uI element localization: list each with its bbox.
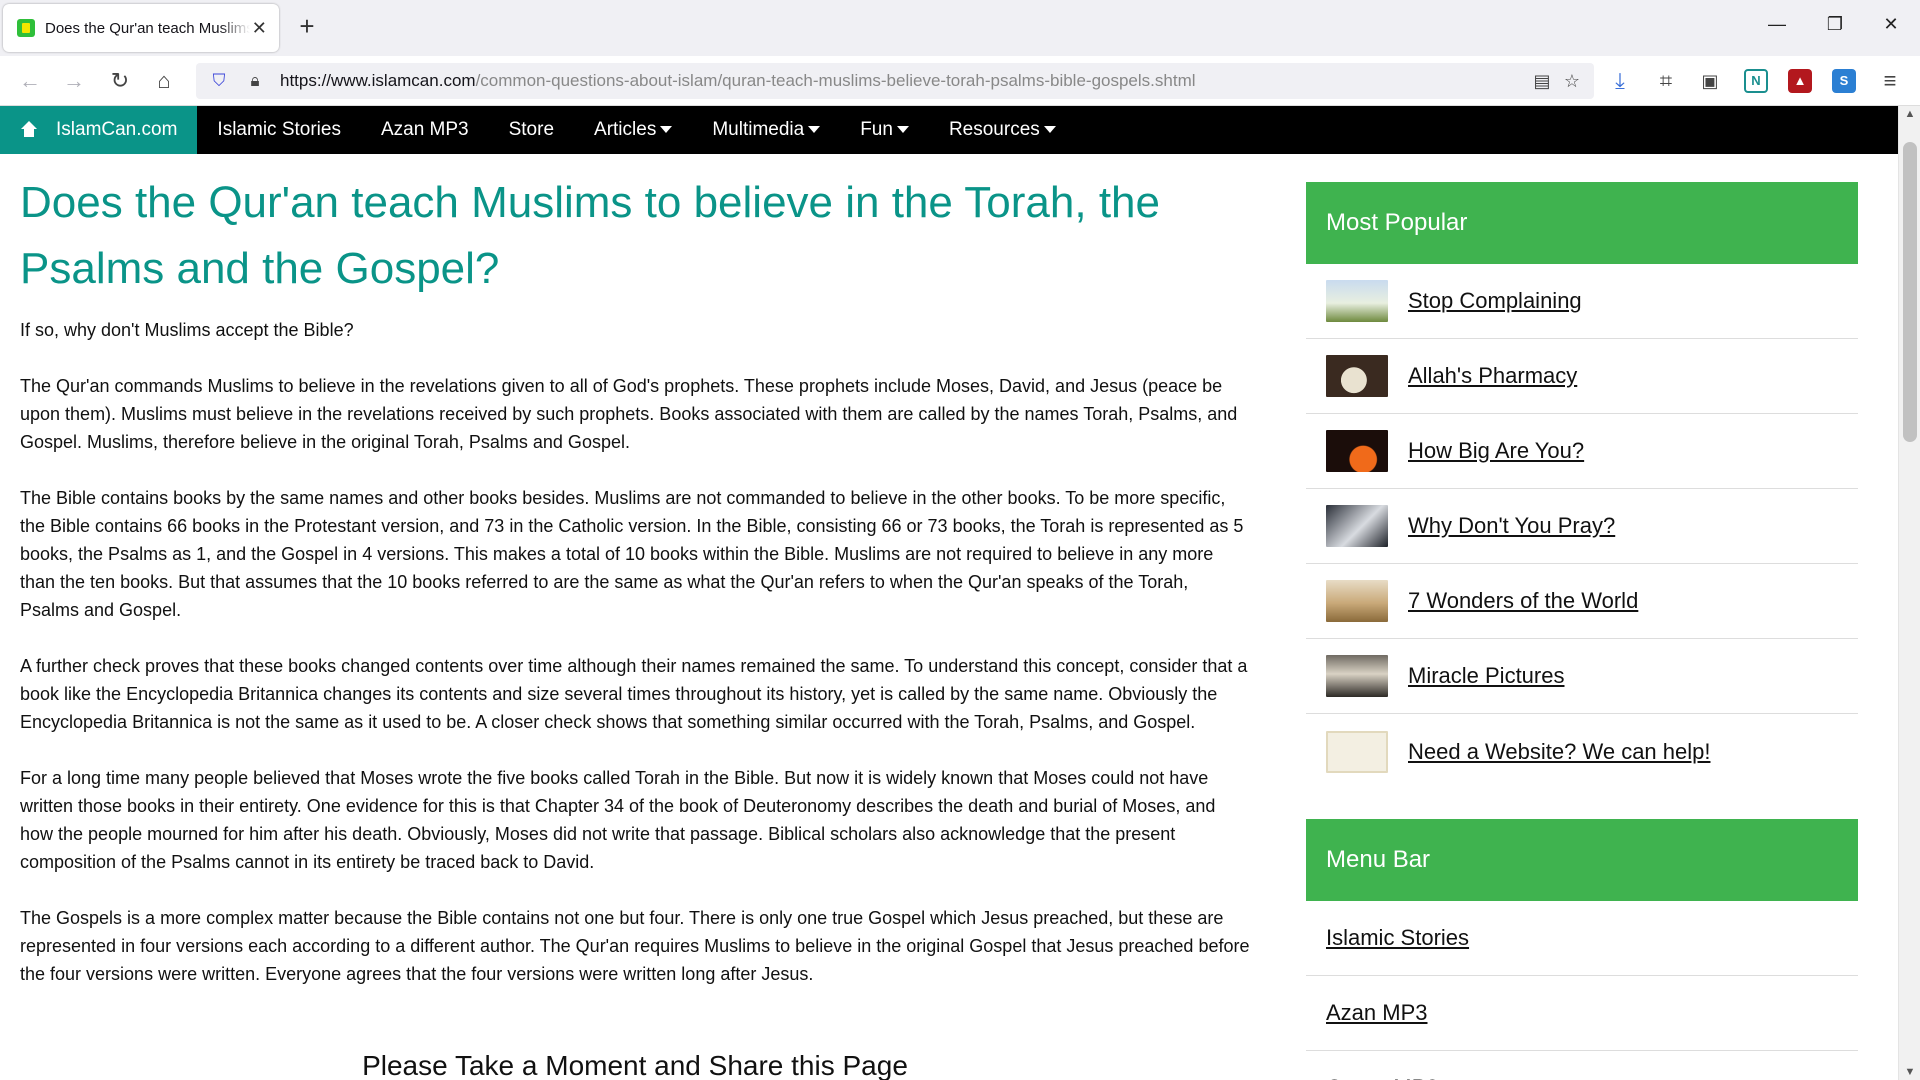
new-tab-icon[interactable]: + [292, 12, 322, 42]
reader-view-icon[interactable]: ▤ [1530, 71, 1554, 92]
menu-link[interactable]: Azan MP3 [1306, 976, 1858, 1051]
website-thumbnail[interactable] [1326, 730, 1388, 773]
scrollbar-thumb[interactable] [1903, 142, 1917, 442]
close-window-icon[interactable]: ✕ [1876, 14, 1906, 35]
address-bar[interactable]: ⛉ 🔒︎ https://www.islamcan.com/common-que… [196, 63, 1594, 99]
tracking-shield-icon[interactable]: ⛉ [208, 71, 230, 91]
browser-toolbar: ← → ↻ ⌂ ⛉ 🔒︎ https://www.islamcan.com/co… [0, 56, 1920, 106]
popular-link[interactable]: Miracle Pictures [1408, 663, 1564, 689]
nav-islamic-stories[interactable]: Islamic Stories [197, 119, 361, 141]
caret-down-icon [808, 126, 821, 134]
popular-item[interactable]: Stop Complaining [1306, 264, 1858, 339]
popular-link[interactable]: 7 Wonders of the World [1408, 588, 1638, 614]
hamburger-menu-icon[interactable]: ≡ [1876, 68, 1904, 96]
nav-multimedia[interactable]: Multimedia [692, 119, 840, 141]
article-subtitle: If so, why don't Muslims accept the Bibl… [20, 320, 354, 340]
popular-link[interactable]: Stop Complaining [1408, 288, 1582, 314]
brand-home-link[interactable]: IslamCan.com [0, 106, 198, 154]
nav-label: Azan MP3 [380, 119, 469, 140]
lock-icon[interactable]: 🔒︎ [244, 71, 266, 91]
forward-arrow-icon[interactable]: → [60, 68, 88, 96]
sidebar: Most Popular Stop Complaining Allah's Ph… [1306, 182, 1858, 1080]
reload-icon[interactable]: ↻ [106, 68, 134, 96]
nav-store[interactable]: Store [489, 119, 574, 141]
extension-n-icon[interactable]: N [1744, 69, 1768, 93]
close-tab-icon[interactable]: ✕ [250, 18, 269, 39]
back-arrow-icon[interactable]: ← [16, 68, 44, 96]
url-text[interactable]: https://www.islamcan.com/common-question… [280, 71, 1196, 91]
popular-thumbnail[interactable] [1326, 580, 1388, 622]
site-favicon-icon [17, 19, 35, 37]
minimize-icon[interactable]: — [1762, 14, 1792, 35]
scroll-down-icon[interactable]: ▼ [1899, 1066, 1920, 1078]
popular-thumbnail[interactable] [1326, 280, 1388, 322]
share-heading: Please Take a Moment and Share this Page [362, 1050, 908, 1080]
popular-link[interactable]: How Big Are You? [1408, 438, 1584, 464]
tab-title: Does the Qur'an teach Muslims to believe… [45, 19, 250, 37]
nav-label: Articles [594, 119, 657, 140]
popular-item[interactable]: Allah's Pharmacy [1306, 339, 1858, 414]
home-icon[interactable]: ⌂ [150, 68, 178, 96]
popular-thumbnail[interactable] [1326, 505, 1388, 547]
browser-tab-bar: Does the Qur'an teach Muslims to believe… [0, 0, 1920, 56]
url-path: /common-questions-about-islam/quran-teac… [475, 71, 1196, 90]
popular-item[interactable]: 7 Wonders of the World [1306, 564, 1858, 639]
menu-link[interactable]: Islamic Stories [1306, 901, 1858, 976]
restore-icon[interactable]: ❐ [1820, 14, 1850, 35]
popular-thumbnail[interactable] [1326, 355, 1388, 397]
caret-down-icon [1043, 126, 1056, 134]
popular-thumbnail[interactable] [1326, 430, 1388, 472]
popular-thumbnail[interactable] [1326, 655, 1388, 697]
popular-link[interactable]: Need a Website? We can help! [1408, 739, 1710, 765]
article-paragraph: A further check proves that these books … [20, 656, 1248, 732]
article-paragraph: For a long time many people believed tha… [20, 768, 1216, 872]
popular-item[interactable]: How Big Are You? [1306, 414, 1858, 489]
pdf-extension-icon[interactable]: ▲ [1788, 69, 1812, 93]
article-paragraph: The Qur'an commands Muslims to believe i… [20, 376, 1238, 452]
popular-item[interactable]: Why Don't You Pray? [1306, 489, 1858, 564]
screenshot-crop-icon[interactable]: ⌗ [1652, 68, 1680, 96]
site-navigation: IslamCan.com Islamic Stories Azan MP3 St… [0, 106, 1898, 154]
page-title: Does the Qur'an teach Muslims to believe… [20, 178, 1160, 293]
bookmark-star-icon[interactable]: ☆ [1560, 71, 1584, 92]
brand-label: IslamCan.com [56, 119, 178, 140]
nav-label: Islamic Stories [217, 119, 341, 140]
nav-fun[interactable]: Fun [840, 119, 929, 141]
url-host: https://www.islamcan.com [280, 71, 476, 90]
nav-label: Store [508, 119, 555, 140]
sync-extension-icon[interactable]: S [1832, 69, 1856, 93]
article-paragraph: The Bible contains books by the same nam… [20, 488, 1244, 620]
page-scrollbar[interactable]: ▲ ▼ [1898, 106, 1920, 1080]
downloads-icon[interactable]: ⤓ [1606, 68, 1634, 96]
camera-icon[interactable]: ▣ [1696, 68, 1724, 96]
menu-link[interactable]: Quran MP3 [1306, 1051, 1858, 1080]
caret-down-icon [896, 126, 909, 134]
nav-resources[interactable]: Resources [929, 119, 1076, 141]
caret-down-icon [660, 126, 673, 134]
home-icon [20, 121, 38, 138]
nav-articles[interactable]: Articles [574, 119, 692, 141]
nav-label: Multimedia [712, 119, 805, 140]
popular-item[interactable]: Need a Website? We can help! [1306, 714, 1858, 789]
browser-tab-active[interactable]: Does the Qur'an teach Muslims to believe… [3, 4, 279, 52]
scroll-up-icon[interactable]: ▲ [1899, 108, 1920, 120]
popular-link[interactable]: Allah's Pharmacy [1408, 363, 1577, 389]
most-popular-heading: Most Popular [1306, 182, 1858, 264]
nav-label: Fun [860, 119, 893, 140]
popular-link[interactable]: Why Don't You Pray? [1408, 513, 1615, 539]
menu-bar-heading: Menu Bar [1306, 819, 1858, 901]
nav-azan-mp3[interactable]: Azan MP3 [361, 119, 489, 141]
article-paragraph: The Gospels is a more complex matter bec… [20, 908, 1250, 984]
popular-item[interactable]: Miracle Pictures [1306, 639, 1858, 714]
article-content: Does the Qur'an teach Muslims to believe… [20, 170, 1250, 1080]
nav-label: Resources [948, 119, 1040, 140]
